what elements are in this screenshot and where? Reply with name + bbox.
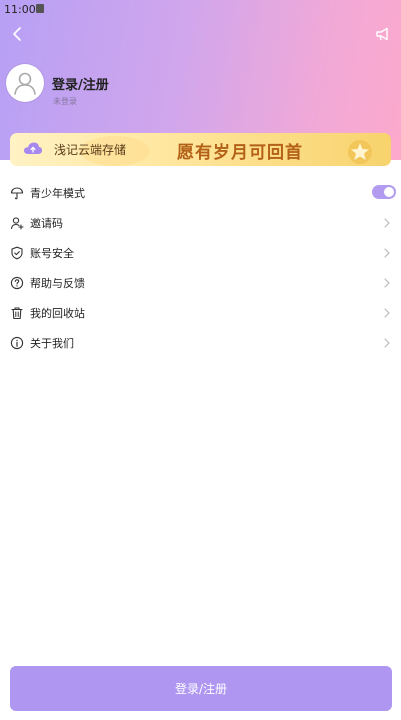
trash-icon	[11, 307, 23, 320]
menu-label: 邀请码	[30, 217, 63, 230]
user-icon	[14, 72, 36, 95]
menu-item-account-security[interactable]: 账号安全	[0, 238, 401, 268]
megaphone-icon	[376, 27, 388, 41]
banner-title: 浅记云端存储	[54, 143, 127, 157]
menu-label: 青少年模式	[30, 187, 85, 200]
info-icon	[10, 336, 24, 350]
chevron-right-icon	[384, 308, 390, 318]
banner-slogan: 愿有岁月可回首	[177, 143, 303, 163]
cloud-upload-icon	[24, 142, 42, 154]
menu-label: 账号安全	[30, 247, 74, 260]
notice-button[interactable]	[373, 24, 393, 44]
settings-menu: 青少年模式 邀请码 账号安全 帮助与反馈 我的回收站 关于我们	[0, 178, 401, 358]
login-register-button[interactable]: 登录/注册	[10, 666, 392, 711]
menu-item-teen-mode[interactable]: 青少年模式	[0, 178, 401, 208]
chevron-right-icon	[384, 248, 390, 258]
user-add-icon	[10, 217, 24, 230]
menu-label: 我的回收站	[30, 307, 85, 320]
back-button[interactable]	[8, 24, 28, 44]
user-name-link[interactable]: 登录/注册	[52, 74, 109, 93]
menu-item-recycle-bin[interactable]: 我的回收站	[0, 298, 401, 328]
menu-label: 帮助与反馈	[30, 277, 85, 290]
menu-item-help-feedback[interactable]: 帮助与反馈	[0, 268, 401, 298]
shield-icon	[11, 246, 23, 260]
star-icon	[348, 140, 372, 164]
status-time: 11:00	[4, 3, 36, 16]
teen-mode-toggle[interactable]	[372, 185, 396, 199]
help-icon	[10, 276, 24, 290]
chevron-right-icon	[384, 338, 390, 348]
sim-icon	[36, 4, 44, 13]
menu-label: 关于我们	[30, 337, 74, 350]
cloud-storage-banner[interactable]: 浅记云端存储 愿有岁月可回首	[10, 133, 391, 166]
status-bar: 11:00	[0, 0, 401, 18]
menu-item-about-us[interactable]: 关于我们	[0, 328, 401, 358]
menu-item-invite-code[interactable]: 邀请码	[0, 208, 401, 238]
chevron-right-icon	[384, 218, 390, 228]
toggle-knob	[384, 187, 394, 197]
avatar[interactable]	[6, 64, 44, 102]
chevron-right-icon	[384, 278, 390, 288]
umbrella-icon	[10, 187, 24, 200]
user-subtitle: 未登录	[53, 97, 77, 106]
chevron-left-icon	[13, 27, 21, 41]
